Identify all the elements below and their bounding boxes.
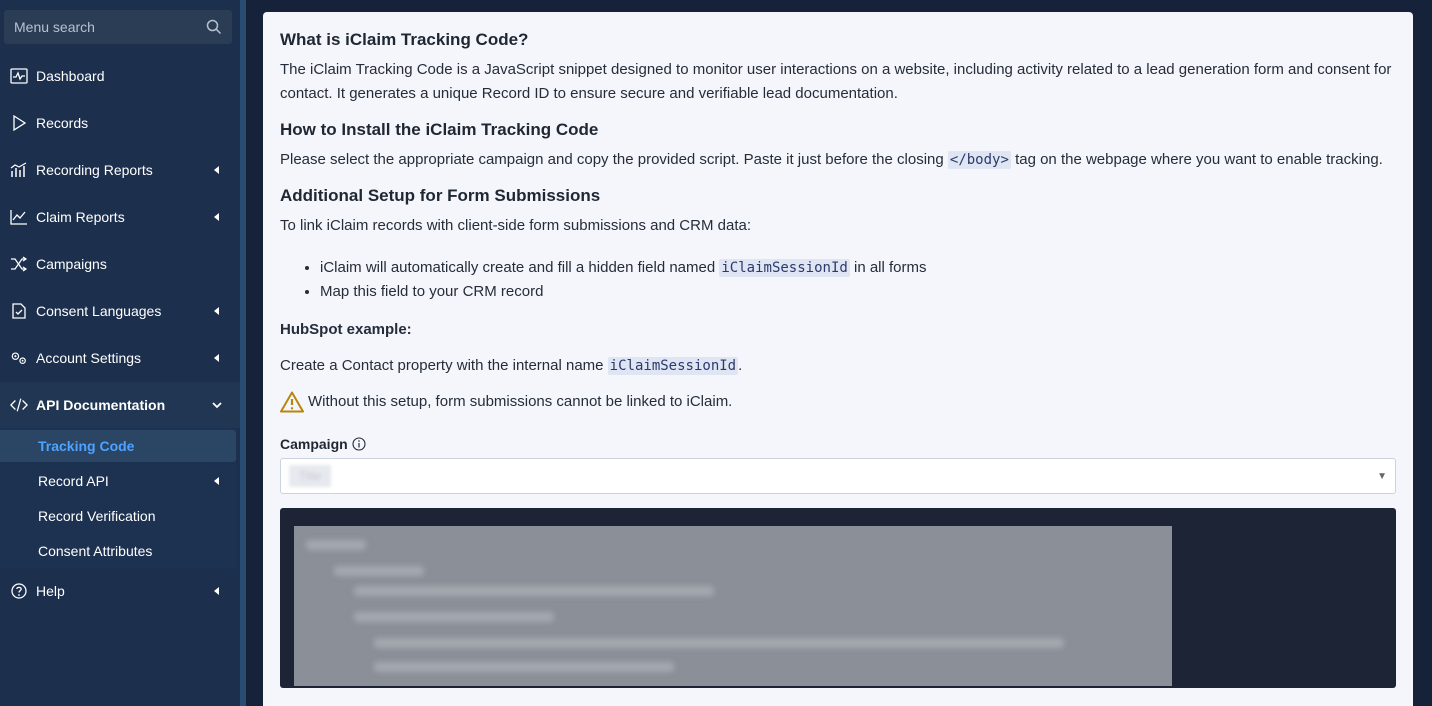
chevron-down-icon (212, 402, 222, 409)
section-additional-setup: Additional Setup for Form Submissions To… (280, 186, 1396, 414)
text: in all forms (849, 259, 927, 276)
submenu-item-label: Consent Attributes (38, 543, 153, 559)
section-what-is: What is iClaim Tracking Code? The iClaim… (280, 30, 1396, 106)
sidebar-item-dashboard[interactable]: Dashboard (0, 53, 240, 99)
search-icon[interactable] (206, 19, 222, 35)
submenu-item-record-api[interactable]: Record API (0, 465, 236, 497)
section-heading: Additional Setup for Form Submissions (280, 186, 601, 205)
section-heading: How to Install the iClaim Tracking Code (280, 120, 599, 139)
tracking-code-snippet[interactable] (294, 526, 1172, 686)
sidebar-item-consent-languages[interactable]: Consent Languages (0, 288, 240, 334)
campaign-select[interactable]: Title ▼ (280, 458, 1396, 494)
chevron-left-icon (214, 477, 219, 485)
sidebar-item-label: API Documentation (36, 397, 166, 413)
list-item: Map this field to your CRM record (320, 280, 1396, 304)
setup-list: iClaim will automatically create and fil… (320, 256, 1396, 304)
inline-code: </body> (947, 151, 1011, 169)
sidebar-item-label: Help (36, 583, 65, 599)
section-body: The iClaim Tracking Code is a JavaScript… (280, 61, 1392, 102)
submenu-item-tracking-code[interactable]: Tracking Code (0, 430, 236, 462)
chevron-left-icon (214, 213, 219, 221)
inline-code: iClaimSessionId (607, 357, 739, 375)
sidebar-item-help[interactable]: Help (0, 568, 240, 614)
submenu-item-consent-attributes[interactable]: Consent Attributes (0, 535, 236, 567)
chevron-left-icon (214, 354, 219, 362)
section-body: To link iClaim records with client-side … (280, 217, 751, 234)
api-documentation-submenu: Tracking Code Record API Record Verifica… (0, 428, 236, 568)
submenu-item-label: Tracking Code (38, 438, 135, 454)
sidebar-item-account-settings[interactable]: Account Settings (0, 335, 240, 381)
sidebar-item-label: Consent Languages (36, 303, 162, 319)
sidebar-item-label: Campaigns (36, 256, 107, 272)
sidebar-item-recording-reports[interactable]: Recording Reports (0, 147, 240, 193)
bar-chart-icon (10, 161, 28, 179)
text: . (738, 357, 743, 374)
dropdown-arrow-icon: ▼ (1377, 471, 1387, 482)
sidebar-item-label: Records (36, 115, 89, 131)
sidebar-divider (240, 0, 246, 706)
sidebar-item-api-documentation[interactable]: API Documentation (0, 382, 240, 428)
hubspot-heading: HubSpot example: (280, 321, 412, 338)
tracking-code-block (280, 508, 1396, 688)
menu-search-input[interactable] (14, 19, 206, 35)
text: iClaim will automatically create and fil… (320, 259, 720, 276)
document-check-icon (10, 302, 28, 320)
submenu-item-label: Record Verification (38, 508, 156, 524)
section-how-to-install: How to Install the iClaim Tracking Code … (280, 120, 1396, 172)
list-item: iClaim will automatically create and fil… (320, 256, 1396, 280)
sidebar-item-label: Recording Reports (36, 162, 153, 178)
shuffle-icon (10, 255, 28, 273)
warning-message: Without this setup, form submissions can… (280, 390, 1396, 414)
warning-icon (280, 391, 304, 413)
sidebar-item-label: Claim Reports (36, 209, 125, 225)
section-heading: What is iClaim Tracking Code? (280, 30, 529, 49)
info-icon[interactable] (352, 437, 366, 451)
section-body: Please select the appropriate campaign a… (280, 148, 1396, 172)
sidebar: Dashboard Records Recording Reports Clai… (0, 0, 240, 706)
campaign-selected-value: Title (289, 465, 332, 487)
hubspot-body: Create a Contact property with the inter… (280, 354, 1396, 378)
text: tag on the webpage where you want to ena… (1010, 151, 1383, 168)
text: Create a Contact property with the inter… (280, 357, 608, 374)
main-content: What is iClaim Tracking Code? The iClaim… (263, 12, 1413, 706)
warning-text: Without this setup, form submissions can… (308, 393, 733, 410)
gears-icon (10, 349, 28, 367)
chevron-left-icon (214, 166, 219, 174)
sidebar-item-records[interactable]: Records (0, 100, 240, 146)
sidebar-item-campaigns[interactable]: Campaigns (0, 241, 240, 287)
sidebar-item-claim-reports[interactable]: Claim Reports (0, 194, 240, 240)
submenu-item-label: Record API (38, 473, 109, 489)
menu-search[interactable] (4, 10, 232, 44)
play-icon (10, 114, 28, 132)
sidebar-item-label: Dashboard (36, 68, 105, 84)
submenu-item-record-verification[interactable]: Record Verification (0, 500, 236, 532)
chevron-left-icon (214, 587, 219, 595)
sidebar-item-label: Account Settings (36, 350, 142, 366)
inline-code: iClaimSessionId (719, 259, 850, 277)
campaign-label-text: Campaign (280, 436, 348, 452)
text: Please select the appropriate campaign a… (280, 151, 948, 168)
question-icon (10, 582, 28, 600)
pulse-icon (10, 67, 28, 85)
line-chart-icon (10, 208, 28, 226)
code-icon (10, 396, 28, 414)
campaign-label: Campaign (280, 436, 1396, 452)
chevron-left-icon (214, 307, 219, 315)
